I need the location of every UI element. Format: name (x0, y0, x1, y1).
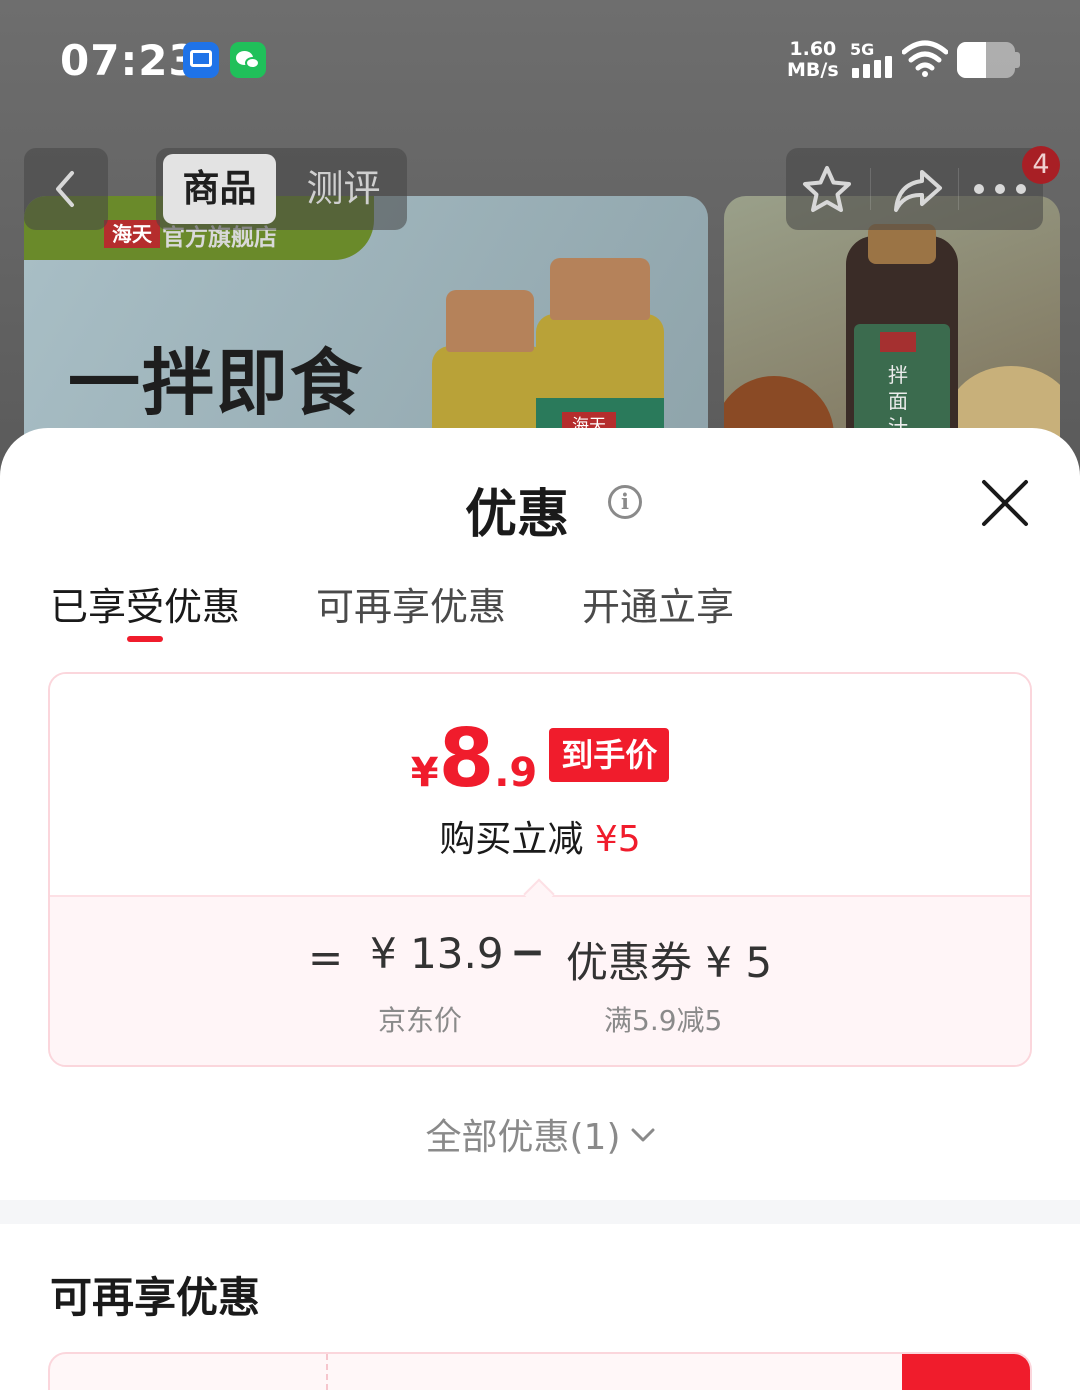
product-banner[interactable]: 海天 官方旗舰店 一拌即食 海天 (24, 196, 708, 460)
signal-icon (852, 56, 894, 78)
more-icon[interactable] (972, 182, 1028, 196)
tab-product[interactable]: 商品 (163, 154, 276, 224)
status-bar: 07:23 1.60 MB/s 5G (0, 0, 1080, 120)
original-price: ¥ 13.9 (370, 929, 504, 978)
battery-icon (957, 42, 1015, 78)
info-icon[interactable]: i (608, 485, 642, 519)
close-icon[interactable] (978, 476, 1032, 530)
page-tabs: 商品 测评 (156, 148, 407, 230)
final-price-section: ¥8.9 到手价 购买立减 ¥5 (50, 674, 1030, 895)
chevron-down-icon (631, 1128, 654, 1142)
nav-actions (786, 148, 1043, 230)
section-divider (0, 1200, 1080, 1224)
final-price-decimal: .9 (494, 750, 538, 796)
discount-sheet: 优惠 i 已享受优惠 可再享优惠 开通立享 ¥8.9 到手价 购买立减 ¥5 = … (0, 428, 1080, 1390)
discount-amount: ¥5 (594, 819, 641, 860)
claim-coupon-button[interactable] (902, 1354, 1030, 1390)
active-tab-indicator (127, 636, 163, 642)
coupon-card[interactable] (48, 1352, 1032, 1390)
more-discounts-title: 可再享优惠 (50, 1273, 261, 1322)
discount-text: 购买立减 (439, 819, 584, 860)
tab-enjoyed-discounts[interactable]: 已享受优惠 (50, 576, 240, 631)
sauce-bottle-image: 拌面汁 (846, 224, 958, 460)
screenshot-app-icon (183, 42, 219, 78)
sheet-title: 优惠 (0, 472, 1080, 547)
status-time: 07:23 (60, 36, 199, 85)
back-button[interactable] (24, 148, 108, 230)
coupon-condition: 满5.9减5 (604, 1004, 723, 1037)
final-price-tag: 到手价 (549, 728, 670, 782)
product-page-background: 海天 官方旗舰店 一拌即食 海天 拌面汁 07:23 1.60 MB/s 5G (0, 0, 1080, 460)
banner-slogan: 一拌即食 (68, 340, 365, 425)
wifi-icon (902, 40, 948, 77)
product-gallery-image[interactable]: 拌面汁 (724, 196, 1060, 460)
notification-badge: 4 (1022, 146, 1060, 184)
price-formula-section: = ¥ 13.9 − 优惠券 ¥ 5 京东价 满5.9减5 (50, 895, 1030, 1065)
sheet-title-text: 优惠 (464, 485, 569, 545)
minus-sign: − (510, 927, 546, 976)
coupon-divider (326, 1354, 328, 1390)
discount-summary: 购买立减 ¥5 (50, 810, 1030, 862)
original-price-label: 京东价 (378, 1004, 463, 1037)
all-offers-toggle[interactable]: 全部优惠(1) (0, 1108, 1080, 1160)
tab-more-discounts[interactable]: 可再享优惠 (316, 576, 506, 631)
star-icon[interactable] (800, 164, 854, 216)
final-price: ¥8.9 到手价 (50, 712, 1030, 805)
equals-sign: = (308, 933, 344, 982)
all-offers-label: 全部优惠(1) (425, 1117, 621, 1158)
tab-activate-discounts[interactable]: 开通立享 (582, 576, 734, 631)
share-icon[interactable] (890, 166, 946, 214)
network-speed: 1.60 MB/s (787, 38, 839, 81)
wechat-icon (230, 42, 266, 78)
brand-logo: 海天 (104, 220, 160, 248)
discount-tabs: 已享受优惠 可再享优惠 开通立享 (0, 576, 1080, 646)
final-price-integer: 8 (438, 712, 495, 805)
back-icon (56, 171, 74, 207)
tab-review[interactable]: 测评 (287, 154, 400, 224)
coupon-amount: 优惠券 ¥ 5 (566, 938, 773, 987)
price-breakdown-card: ¥8.9 到手价 购买立减 ¥5 = ¥ 13.9 − 优惠券 ¥ 5 京东价 满… (48, 672, 1032, 1067)
currency-symbol: ¥ (410, 750, 439, 796)
battery-tip (1015, 52, 1020, 68)
